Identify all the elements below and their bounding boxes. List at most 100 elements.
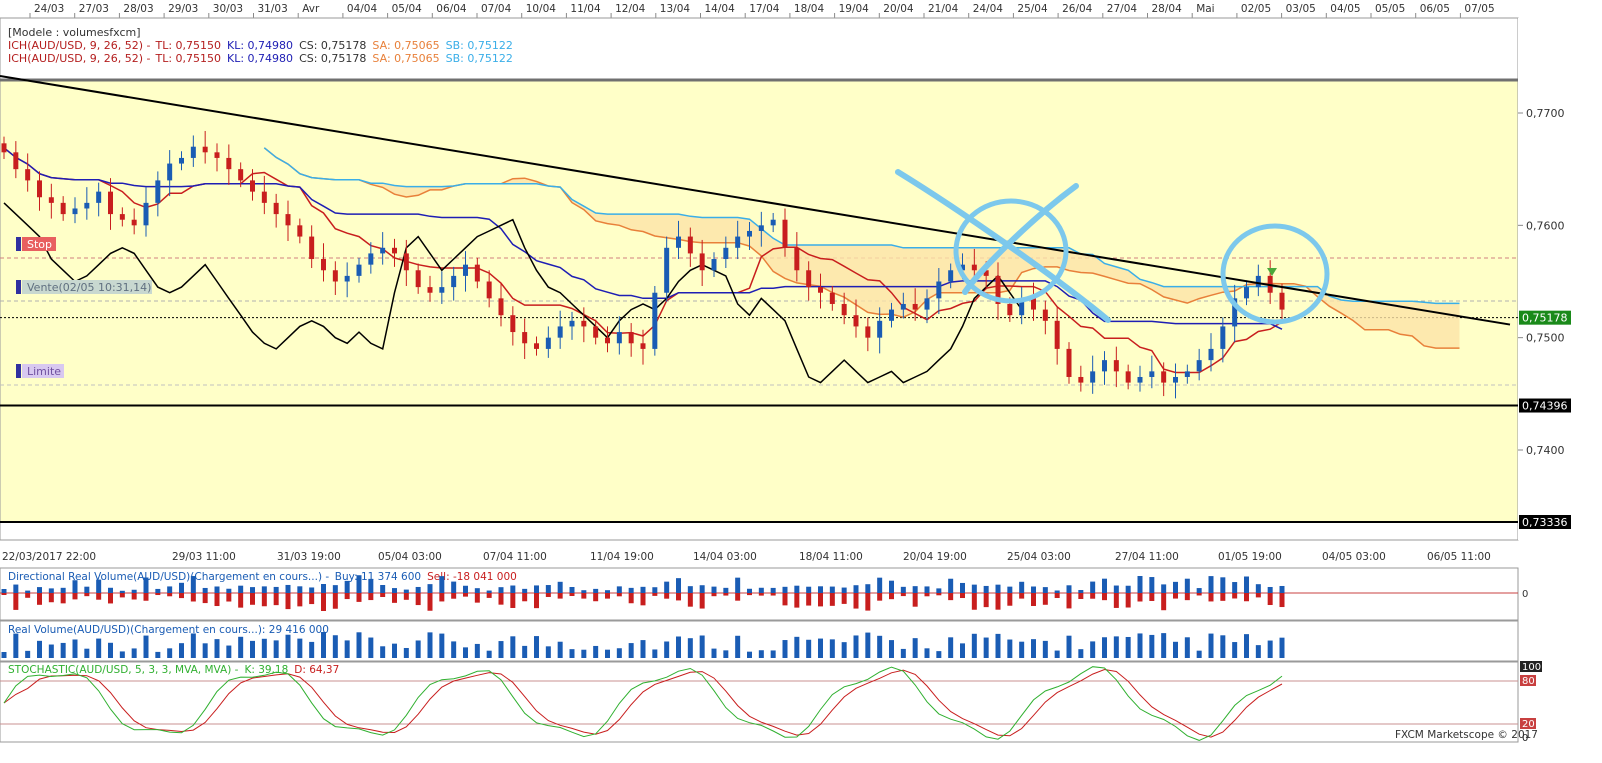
sell-order-marker[interactable]: Vente(02/05 10:31,14)	[16, 280, 152, 294]
buy-volume-bar	[687, 586, 693, 593]
volume-bar	[1173, 641, 1178, 658]
buy-volume-bar	[1042, 587, 1048, 593]
model-label: [Modele : volumesfxcm]	[8, 26, 141, 39]
candle-body	[368, 253, 374, 265]
sell-volume-bar	[380, 593, 386, 597]
candle-body	[593, 326, 599, 338]
buy-volume-bar	[676, 578, 681, 593]
candle-body	[309, 236, 315, 260]
buy-volume-bar	[37, 587, 42, 593]
sell-volume-bar	[545, 593, 551, 597]
buy-volume-bar	[96, 579, 102, 593]
candle-body	[628, 332, 634, 344]
sell-volume-bar	[486, 593, 492, 598]
bottom-date-label: 01/05 19:00	[1218, 551, 1282, 563]
top-date-label: 04/05	[1330, 3, 1360, 15]
buy-volume-bar	[25, 590, 31, 593]
volume-bar	[569, 649, 575, 658]
sell-volume-bar	[1054, 593, 1060, 599]
stop-order-marker[interactable]: Stop	[16, 237, 56, 251]
volume-bar	[1054, 650, 1060, 658]
buy-volume-bar	[368, 578, 374, 593]
buy-volume-bar	[392, 588, 397, 593]
top-date-label: 12/04	[615, 3, 646, 15]
candle-body	[829, 292, 835, 304]
bottom-date-label: 29/03 11:00	[172, 551, 236, 563]
sell-volume-bar	[498, 593, 504, 605]
volume-bar	[48, 644, 54, 658]
buy-volume-bar	[119, 590, 125, 593]
candle-body	[13, 152, 19, 170]
sell-volume-bar	[971, 593, 977, 610]
candle-body	[1255, 275, 1261, 288]
candle-body	[948, 270, 954, 282]
volume-bar	[380, 646, 386, 658]
sell-volume-bar	[13, 593, 19, 610]
buy-volume-bar	[711, 586, 717, 593]
candle-body	[1244, 287, 1249, 299]
sell-volume-bar	[711, 593, 717, 597]
buy-volume-bar	[273, 586, 279, 593]
candle-body	[1149, 371, 1155, 377]
buy-volume-bar	[403, 589, 409, 593]
sell-volume-bar	[1220, 593, 1226, 601]
candle-body	[545, 337, 551, 349]
buy-volume-bar	[510, 585, 516, 593]
volume-bar	[96, 638, 102, 658]
top-date-label: 31/03	[258, 3, 288, 15]
sell-volume-bar	[924, 593, 930, 597]
buy-volume-bar	[1244, 576, 1249, 593]
candle-body	[403, 253, 409, 271]
candle-body	[25, 169, 31, 181]
buy-volume-bar	[1031, 586, 1036, 593]
bottom-date-label: 20/04 19:00	[903, 551, 967, 563]
sell-volume-bar	[534, 593, 539, 609]
buy-volume-bar	[1220, 577, 1226, 593]
buy-volume-bar	[1279, 585, 1285, 593]
candle-body	[900, 303, 906, 310]
footer-copyright: FXCM Marketscope © 2017	[1395, 729, 1538, 741]
top-date-label: Avr	[302, 3, 320, 15]
volume-bar	[273, 640, 279, 658]
buy-volume-bar	[1255, 584, 1261, 593]
candle-body	[924, 298, 930, 310]
buy-volume-bar	[605, 590, 610, 593]
candle-body	[912, 303, 918, 310]
sell-volume-bar	[581, 593, 587, 599]
top-date-label: 11/04	[570, 3, 601, 15]
buy-volume-bar	[214, 586, 220, 593]
volume-bar	[368, 637, 374, 658]
sell-volume-bar	[900, 593, 906, 597]
volume-bar	[1208, 633, 1214, 658]
candle-body	[699, 253, 705, 271]
sell-volume-bar	[640, 593, 646, 606]
volume-bar	[474, 643, 480, 658]
top-date-label: 03/05	[1286, 3, 1316, 15]
candle-body	[605, 337, 610, 344]
candle-body	[463, 264, 468, 276]
sell-volume-bar	[96, 593, 102, 600]
price-tick-label: 0,7500	[1526, 332, 1565, 345]
candle-body	[794, 247, 800, 271]
candle-body	[1220, 326, 1226, 349]
limit-order-marker[interactable]: Limite	[16, 364, 64, 378]
volume-bar	[711, 648, 717, 658]
sell-volume-bar	[1244, 593, 1249, 602]
ichimoku-chart[interactable]: 24/03 27/03 28/03 29/03 30/03 31/03 Avr 04/04 05…	[0, 0, 1602, 759]
sell-volume-bar	[960, 593, 965, 599]
sell-volume-bar	[1208, 593, 1214, 602]
buy-volume-bar	[155, 588, 161, 593]
buy-volume-bar	[143, 577, 149, 593]
sell-volume-bar	[841, 593, 847, 604]
buy-volume-bar	[202, 587, 208, 593]
buy-volume-bar	[131, 589, 137, 593]
buy-volume-bar	[1208, 576, 1214, 593]
candle-body	[96, 191, 102, 203]
directional-zero-label: 0	[1522, 589, 1528, 600]
top-date-label: 28/04	[1152, 3, 1183, 15]
top-date-label: Mai	[1196, 3, 1214, 15]
sell-volume-bar	[143, 593, 149, 601]
candle-body	[214, 152, 220, 158]
volume-bar	[72, 639, 78, 658]
bottom-date-label: 05/04 03:00	[378, 551, 442, 563]
